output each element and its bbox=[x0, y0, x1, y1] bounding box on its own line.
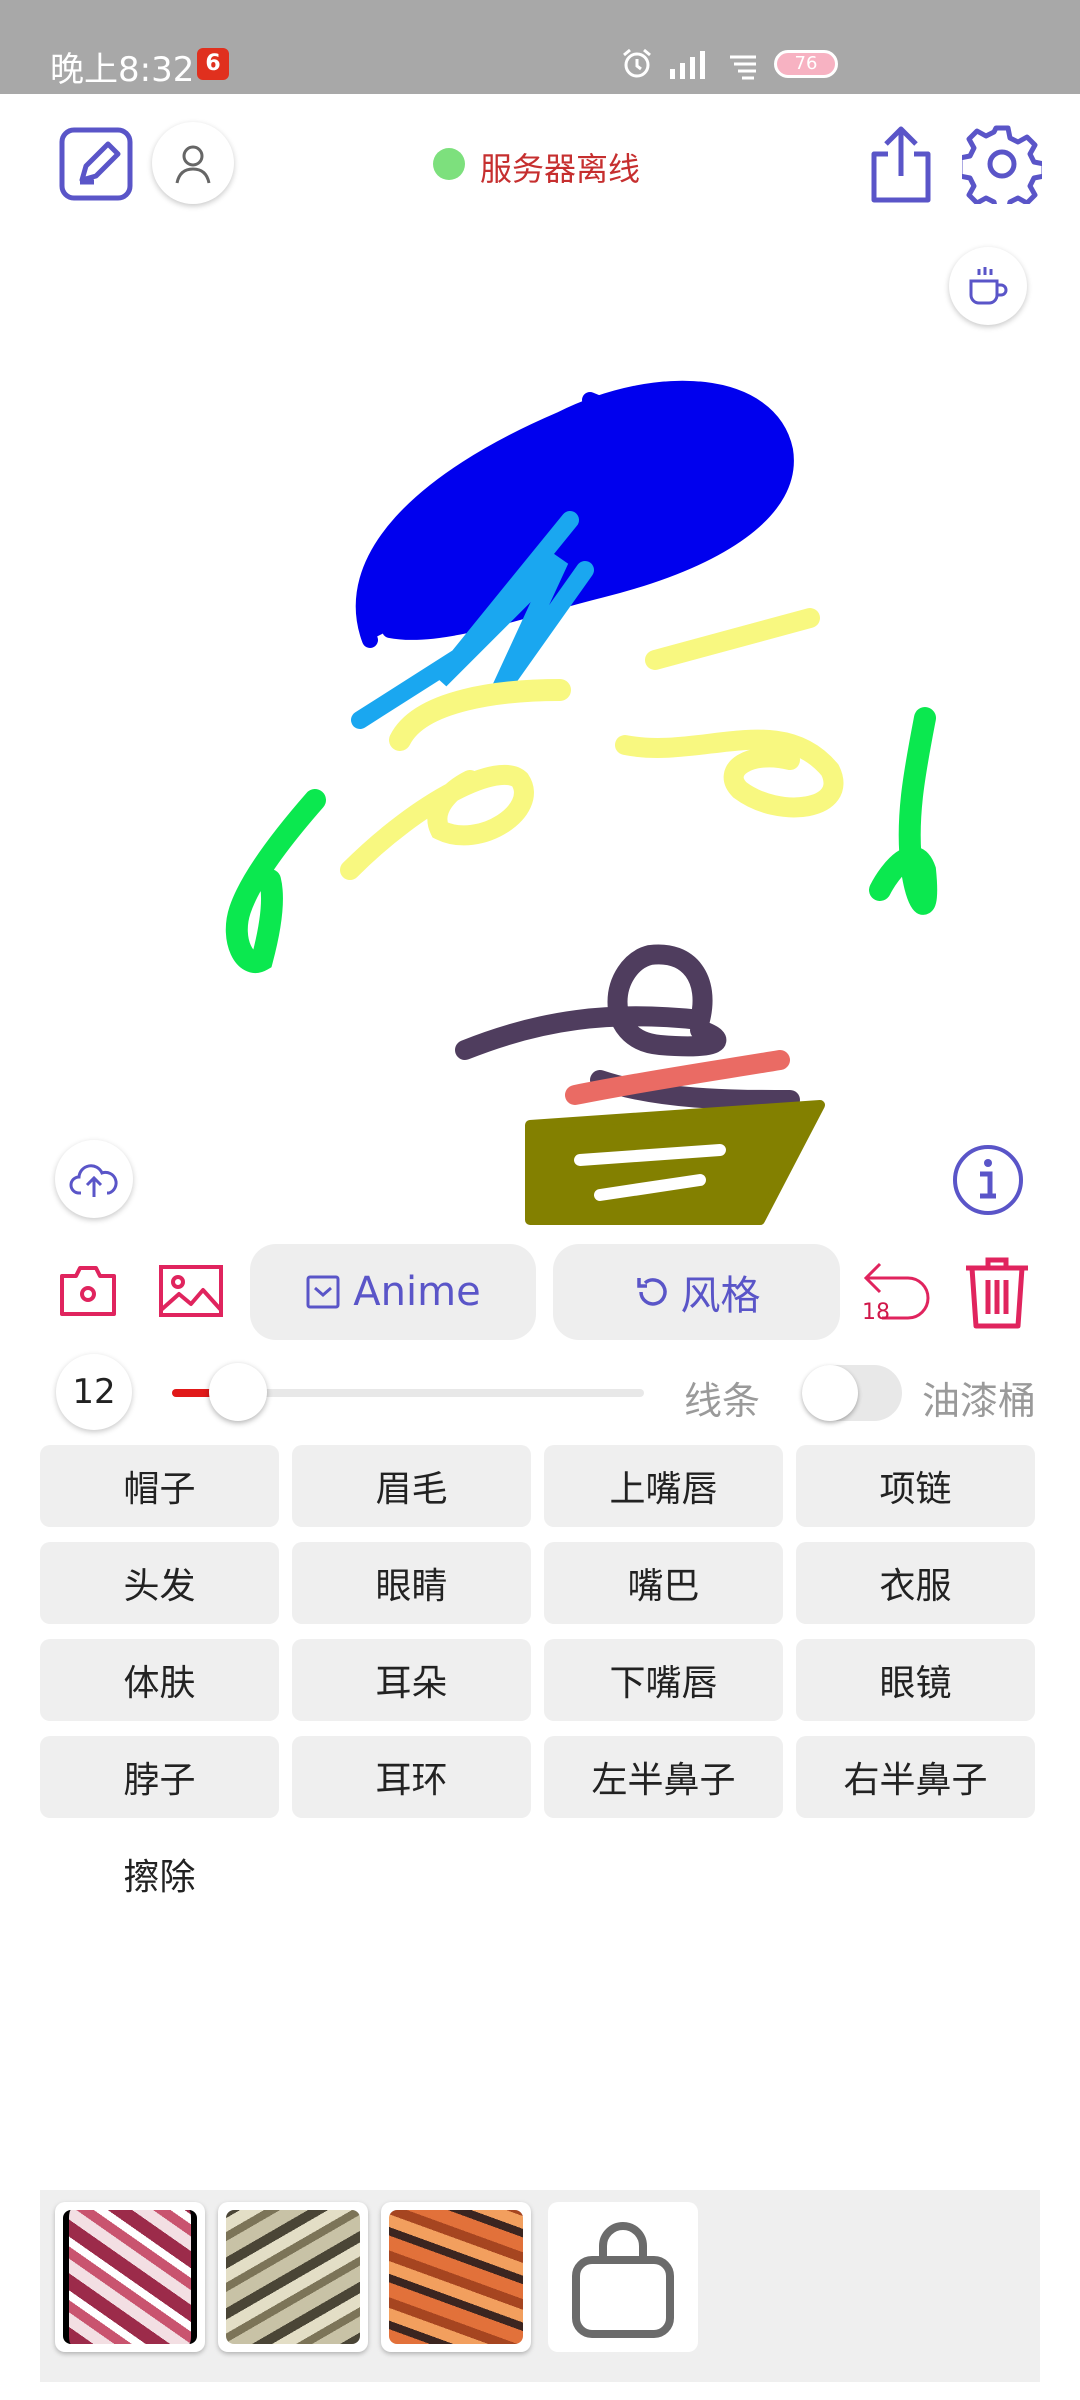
battery-indicator: 76 bbox=[774, 50, 838, 78]
refresh-icon bbox=[636, 1278, 667, 1306]
info-icon bbox=[953, 1145, 1023, 1215]
erase-button[interactable]: 擦除 bbox=[40, 1833, 279, 1915]
notification-app-icon: 6 bbox=[197, 48, 229, 80]
style-thumbnail-image bbox=[389, 2210, 523, 2344]
user-button[interactable] bbox=[152, 122, 234, 204]
bucket-mode-label: 油漆桶 bbox=[922, 1379, 1037, 1423]
bucket-toggle[interactable] bbox=[802, 1365, 902, 1421]
drawing-canvas[interactable] bbox=[0, 230, 1080, 1230]
line-mode-label: 线条 bbox=[684, 1379, 761, 1423]
model-select-button[interactable]: Anime bbox=[250, 1244, 536, 1340]
edit-icon bbox=[59, 127, 133, 201]
model-label: Anime bbox=[353, 1269, 481, 1315]
style-thumbnail-2[interactable] bbox=[218, 2202, 368, 2352]
server-status-dot bbox=[433, 148, 465, 180]
tag-button[interactable]: 体肤 bbox=[40, 1639, 279, 1721]
delete-button[interactable] bbox=[962, 1256, 1032, 1334]
brush-size-slider[interactable] bbox=[172, 1363, 644, 1421]
tag-button[interactable]: 下嘴唇 bbox=[544, 1639, 783, 1721]
brush-size-badge: 12 bbox=[56, 1354, 132, 1430]
tag-button[interactable]: 眉毛 bbox=[292, 1445, 531, 1527]
style-thumbnail-1[interactable] bbox=[55, 2202, 205, 2352]
style-thumbnail-strip bbox=[40, 2190, 1040, 2382]
gallery-button[interactable] bbox=[158, 1264, 224, 1322]
settings-icon bbox=[957, 125, 1047, 215]
style-label: 风格 bbox=[680, 1273, 761, 1319]
tag-button[interactable]: 帽子 bbox=[40, 1445, 279, 1527]
share-icon bbox=[871, 126, 931, 203]
tag-button[interactable]: 上嘴唇 bbox=[544, 1445, 783, 1527]
style-thumbnail-image bbox=[226, 2210, 360, 2344]
info-button[interactable] bbox=[952, 1144, 1024, 1220]
checkbox-icon bbox=[306, 1275, 340, 1309]
style-thumbnail-3[interactable] bbox=[381, 2202, 531, 2352]
tag-button[interactable]: 耳朵 bbox=[292, 1639, 531, 1721]
tag-button[interactable]: 项链 bbox=[796, 1445, 1035, 1527]
camera-icon bbox=[60, 1266, 116, 1316]
tag-button[interactable]: 右半鼻子 bbox=[796, 1736, 1035, 1818]
upload-button[interactable] bbox=[55, 1140, 133, 1218]
tag-button[interactable]: 眼镜 bbox=[796, 1639, 1035, 1721]
shop-button[interactable] bbox=[548, 2202, 698, 2352]
tag-button[interactable]: 眼睛 bbox=[292, 1542, 531, 1624]
sketch-drawing bbox=[225, 380, 938, 1225]
status-bar: 晚上8:32 6 76 bbox=[0, 0, 1080, 94]
shop-bag-icon bbox=[572, 2222, 674, 2338]
edit-button[interactable] bbox=[58, 126, 134, 206]
status-icons: 76 bbox=[620, 40, 838, 88]
settings-button[interactable] bbox=[957, 124, 1047, 215]
coffee-button[interactable] bbox=[949, 247, 1027, 325]
cloud-upload-icon bbox=[69, 1164, 118, 1197]
camera-button[interactable] bbox=[58, 1262, 118, 1322]
status-time: 晚上8:32 bbox=[50, 50, 195, 90]
share-button[interactable] bbox=[866, 124, 936, 208]
alarm-icon bbox=[623, 48, 651, 78]
brush-size-thumb[interactable] bbox=[209, 1363, 268, 1421]
tag-button[interactable]: 左半鼻子 bbox=[544, 1736, 783, 1818]
user-icon bbox=[175, 145, 211, 184]
server-status-text: 服务器离线 bbox=[480, 150, 641, 188]
signal-icon bbox=[670, 51, 705, 79]
segment-tag-grid: 帽子 眉毛 上嘴唇 项链 头发 眼睛 嘴巴 衣服 体肤 耳朵 下嘴唇 眼镜 脖子… bbox=[40, 1445, 1038, 1915]
tag-button[interactable]: 耳环 bbox=[292, 1736, 531, 1818]
trash-icon bbox=[966, 1257, 1028, 1329]
wifi-icon bbox=[730, 55, 756, 80]
tag-button[interactable]: 脖子 bbox=[40, 1736, 279, 1818]
image-icon bbox=[159, 1265, 223, 1317]
coffee-icon bbox=[969, 267, 1008, 305]
bucket-toggle-knob bbox=[802, 1365, 858, 1421]
tag-button[interactable]: 头发 bbox=[40, 1542, 279, 1624]
tag-button[interactable]: 嘴巴 bbox=[544, 1542, 783, 1624]
undo-count: 18 bbox=[862, 1300, 890, 1325]
style-button[interactable]: 风格 bbox=[553, 1244, 840, 1340]
tag-button[interactable]: 衣服 bbox=[796, 1542, 1035, 1624]
style-thumbnail-image bbox=[63, 2210, 197, 2344]
